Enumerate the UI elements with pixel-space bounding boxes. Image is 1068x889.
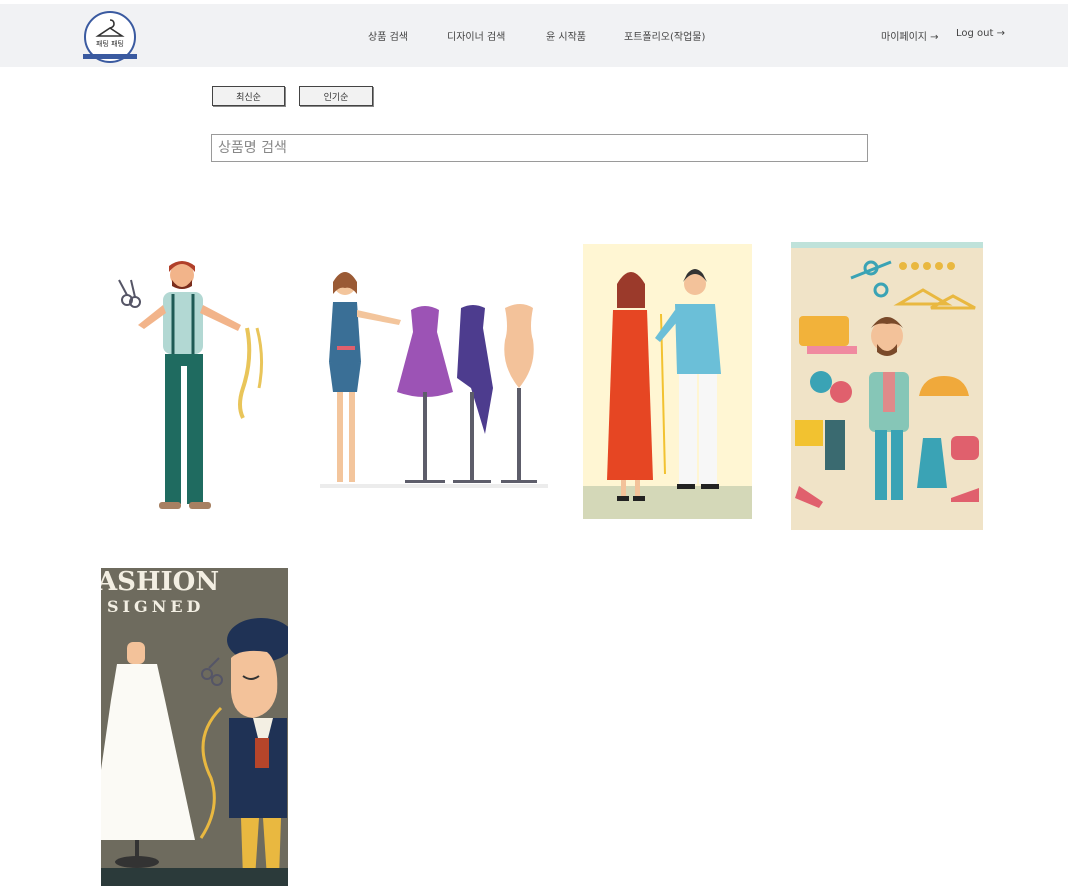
sort-popular-button[interactable]: 인기순: [299, 86, 373, 106]
logo[interactable]: 패팅 패팅: [79, 10, 141, 66]
poster-title: ASHION: [101, 568, 219, 597]
nav-designer-search[interactable]: 디자이너 검색: [447, 28, 505, 43]
fashion-designer-poster-illustration-icon: ASHION SIGNED: [101, 568, 288, 886]
mypage-link[interactable]: 마이페이지 →: [881, 28, 939, 43]
gallery-item[interactable]: [583, 244, 752, 519]
gallery-item[interactable]: [791, 242, 983, 530]
fashion-items-pattern-illustration-icon: [791, 242, 983, 508]
tailor-with-scissors-illustration-icon: [118, 261, 264, 509]
logout-link[interactable]: Log out →: [956, 28, 1005, 39]
nav-product-search[interactable]: 상품 검색: [368, 28, 408, 43]
logo-text: 패팅 패팅: [96, 39, 124, 48]
gallery-item[interactable]: [315, 262, 550, 502]
product-search-input[interactable]: [211, 134, 868, 162]
gallery-item[interactable]: ASHION SIGNED: [101, 568, 288, 886]
gallery-item[interactable]: [105, 250, 280, 525]
poster-subtitle: SIGNED: [107, 597, 204, 616]
tailor-measuring-woman-illustration-icon: [583, 269, 752, 519]
nav-portfolio[interactable]: 포트폴리오(작업물): [624, 28, 705, 43]
top-navbar: 패팅 패팅 상품 검색 디자이너 검색 윤 시작품 포트폴리오(작업물) 마이페…: [0, 4, 1068, 67]
nav-showcase[interactable]: 윤 시작품: [546, 28, 586, 43]
sort-latest-button[interactable]: 최신순: [212, 86, 285, 106]
designer-with-dress-forms-illustration-icon: [320, 272, 548, 488]
